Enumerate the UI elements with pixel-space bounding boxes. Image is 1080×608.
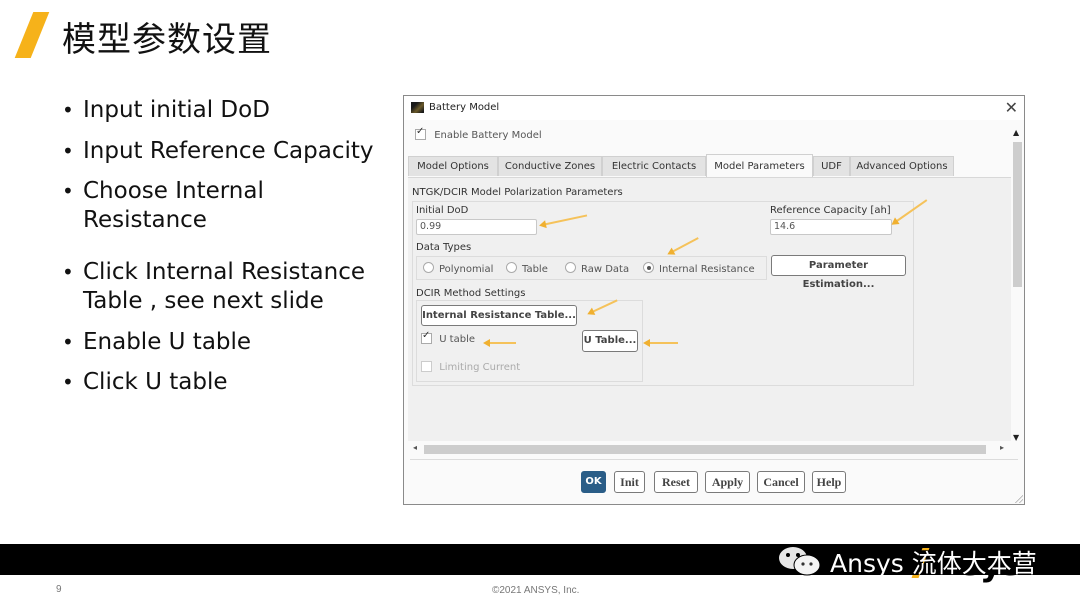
annotation-arrow <box>483 339 516 347</box>
wechat-icon <box>779 547 821 576</box>
horizontal-scrollbar[interactable]: ◂ ▸ <box>410 443 1010 454</box>
bullet-item: Click Internal Resistance Table , see ne… <box>62 258 393 316</box>
bullet-item: Input initial DoD <box>62 96 393 125</box>
checkbox-icon[interactable] <box>415 126 426 140</box>
u-table-checkbox[interactable]: U table <box>421 330 476 345</box>
enable-battery-model-label: Enable Battery Model <box>434 129 542 141</box>
checkbox-icon[interactable] <box>421 330 432 344</box>
reference-capacity-label: Reference Capacity [ah] <box>770 205 891 216</box>
radio-internal-resistance[interactable]: Internal Resistance <box>643 262 755 275</box>
tab-advanced-options[interactable]: Advanced Options <box>850 156 954 176</box>
apply-button[interactable]: Apply <box>705 471 750 493</box>
close-icon[interactable]: ✕ <box>1005 98 1018 117</box>
u-table-label: U table <box>439 333 476 345</box>
battery-model-dialog: Battery Model ✕ Enable Battery Model Mod… <box>403 95 1025 505</box>
help-button[interactable]: Help <box>812 471 846 493</box>
page-number: 9 <box>56 584 62 595</box>
radio-label: Raw Data <box>581 264 630 275</box>
data-types-label: Data Types <box>416 242 472 253</box>
tab-model-options[interactable]: Model Options <box>408 156 498 176</box>
slide-title: 模型参数设置 <box>62 20 272 60</box>
radio-raw-data[interactable]: Raw Data <box>565 262 629 275</box>
footer-divider <box>410 459 1018 460</box>
radio-label: Internal Resistance <box>659 264 755 275</box>
bullet-item: Click U table <box>62 368 393 397</box>
radio-on-icon <box>643 262 654 273</box>
vertical-scrollbar[interactable]: ▲ ▼ <box>1012 128 1022 442</box>
internal-resistance-table-button[interactable]: Internal Resistance Table... <box>421 305 577 326</box>
reset-button[interactable]: Reset <box>654 471 698 493</box>
init-button[interactable]: Init <box>614 471 645 493</box>
reference-capacity-input[interactable]: 14.6 <box>770 219 892 235</box>
cancel-button[interactable]: Cancel <box>757 471 805 493</box>
radio-off-icon <box>423 262 434 273</box>
radio-table[interactable]: Table <box>506 262 548 275</box>
u-table-button[interactable]: U Table... <box>582 330 638 352</box>
vertical-scroll-thumb[interactable] <box>1013 142 1022 287</box>
tab-udf[interactable]: UDF <box>813 156 850 176</box>
limiting-current-label: Limiting Current <box>439 361 521 373</box>
radio-polynomial[interactable]: Polynomial <box>423 262 493 275</box>
dialog-titlebar[interactable]: Battery Model ✕ <box>404 96 1024 120</box>
section-title: NTGK/DCIR Model Polarization Parameters <box>412 187 623 198</box>
bullet-item: Choose Internal Resistance <box>62 177 393 235</box>
data-types-radio-group: Polynomial Table Raw Data Internal Resis… <box>416 256 767 280</box>
initial-dod-label: Initial DoD <box>416 205 469 216</box>
parameter-estimation-button[interactable]: Parameter Estimation... <box>771 255 906 290</box>
tab-electric-contacts[interactable]: Electric Contacts <box>602 156 706 176</box>
scroll-down-icon[interactable]: ▼ <box>1013 433 1019 442</box>
dcir-settings-label: DCIR Method Settings <box>416 288 526 299</box>
model-parameters-panel: NTGK/DCIR Model Polarization Parameters … <box>408 177 1011 441</box>
scroll-left-icon[interactable]: ◂ <box>413 443 417 452</box>
radio-label: Polynomial <box>439 264 494 275</box>
bullet-item: Enable U table <box>62 328 393 357</box>
checkbox-icon[interactable] <box>421 361 432 372</box>
title-accent-slash <box>14 12 50 58</box>
enable-battery-model-checkbox[interactable]: Enable Battery Model <box>415 126 542 141</box>
scroll-right-icon[interactable]: ▸ <box>1000 443 1004 452</box>
tab-model-parameters[interactable]: Model Parameters <box>706 154 813 177</box>
initial-dod-input[interactable]: 0.99 <box>416 219 537 235</box>
radio-off-icon <box>506 262 517 273</box>
limiting-current-checkbox[interactable]: Limiting Current <box>421 361 520 373</box>
horizontal-scroll-thumb[interactable] <box>424 445 986 454</box>
copyright-text: ©2021 ANSYS, Inc. <box>492 585 580 596</box>
scroll-up-icon[interactable]: ▲ <box>1013 128 1019 137</box>
radio-off-icon <box>565 262 576 273</box>
bullet-item: Input Reference Capacity <box>62 137 393 166</box>
fluent-app-icon <box>411 102 424 113</box>
ok-button[interactable]: OK <box>581 471 606 493</box>
resize-grip-icon[interactable] <box>1015 495 1023 503</box>
watermark-text: Ansys 流体大本营 <box>830 549 1037 578</box>
radio-label: Table <box>522 264 548 275</box>
tab-conductive-zones[interactable]: Conductive Zones <box>498 156 602 176</box>
annotation-arrow <box>643 339 678 347</box>
dialog-title: Battery Model <box>429 102 500 113</box>
